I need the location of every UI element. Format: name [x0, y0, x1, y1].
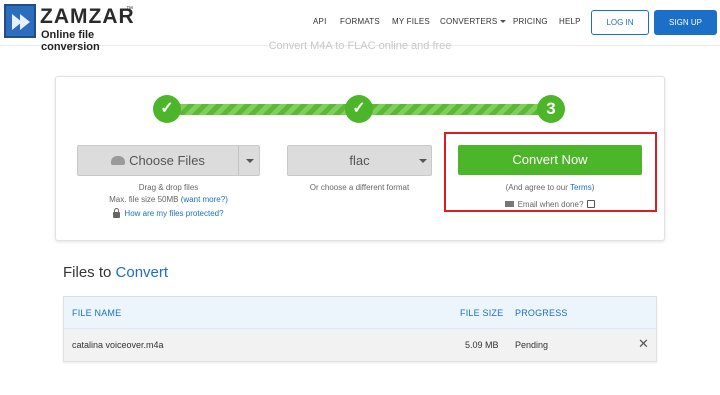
nav-help[interactable]: HELP	[559, 17, 581, 26]
envelope-icon	[504, 200, 514, 207]
column-header-progress: PROGRESS	[515, 308, 568, 318]
max-file-size-label: Max. file size 50MB	[109, 195, 179, 204]
chevron-down-icon[interactable]	[246, 159, 254, 163]
email-when-done-row: Email when done?	[458, 199, 642, 209]
site-header: ZAMZAR ™ Online file conversion API FORM…	[0, 0, 720, 53]
nav-api[interactable]: API	[313, 17, 327, 26]
nav-pricing[interactable]: PRICING	[513, 17, 548, 26]
chevron-down-icon	[419, 159, 427, 163]
nav-my-files[interactable]: MY FILES	[392, 17, 430, 26]
step-2-check-icon: ✓	[345, 95, 373, 123]
logo-icon	[4, 4, 36, 38]
nav-formats[interactable]: FORMATS	[340, 17, 380, 26]
convert-now-button[interactable]: Convert Now	[458, 145, 642, 175]
agree-terms-text: (And agree to our Terms)	[458, 183, 642, 192]
step-3-number: 3	[537, 95, 565, 123]
step-1-check-icon: ✓	[153, 95, 181, 123]
files-title-prefix: Files to	[63, 264, 112, 281]
files-section-title: Files to Convert	[63, 264, 168, 281]
nav-converters[interactable]: CONVERTERS	[440, 17, 507, 26]
chevron-down-icon	[500, 20, 507, 24]
want-more-link[interactable]: (want more?)	[181, 195, 228, 204]
files-protected-link[interactable]: How are my files protected?	[124, 209, 223, 218]
format-select-value: flac	[349, 153, 370, 168]
logo-trademark: ™	[126, 6, 133, 13]
agree-suffix: )	[591, 183, 595, 192]
page-subtitle: Convert M4A to FLAC online and free	[268, 41, 452, 51]
choose-files-button[interactable]: Choose Files	[77, 145, 260, 176]
table-row: catalina voiceover.m4a 5.09 MB Pending ✕	[64, 329, 656, 361]
files-protected-row[interactable]: How are my files protected?	[77, 207, 260, 218]
drag-drop-text: Drag & drop files	[138, 183, 199, 192]
lock-icon	[113, 207, 121, 218]
close-icon[interactable]: ✕	[638, 337, 649, 351]
logo-name: ZAMZAR	[40, 5, 135, 28]
signup-button[interactable]: SIGN UP	[654, 10, 717, 35]
files-title-accent: Convert	[115, 264, 169, 281]
nav-converters-label: CONVERTERS	[440, 17, 498, 26]
terms-link[interactable]: Terms	[570, 183, 592, 192]
progress-cell: Pending	[515, 340, 549, 350]
table-header: FILE NAME FILE SIZE PROGRESS	[64, 297, 656, 329]
cloud-upload-icon	[111, 156, 126, 166]
login-button[interactable]: LOG IN	[591, 10, 649, 35]
format-select[interactable]: flac	[287, 145, 432, 176]
zamzar-logo[interactable]: ZAMZAR ™ Online file conversion	[4, 4, 144, 53]
files-table: FILE NAME FILE SIZE PROGRESS catalina vo…	[63, 296, 657, 362]
column-header-file-size: FILE SIZE	[460, 308, 504, 318]
choose-files-main[interactable]: Choose Files	[78, 146, 238, 175]
file-size-cell: 5.09 MB	[465, 340, 499, 350]
choose-files-label: Choose Files	[129, 153, 205, 168]
column-header-file-name: FILE NAME	[72, 308, 122, 318]
divider	[238, 146, 239, 175]
format-hint-text: Or choose a different format	[309, 183, 410, 192]
file-name-cell: catalina voiceover.m4a	[72, 340, 164, 350]
max-file-size-text: Max. file size 50MB (want more?)	[60, 195, 277, 204]
email-when-done-checkbox[interactable]	[587, 199, 596, 208]
agree-prefix: (And agree to our	[505, 183, 568, 192]
email-when-done-label: Email when done?	[517, 200, 584, 209]
